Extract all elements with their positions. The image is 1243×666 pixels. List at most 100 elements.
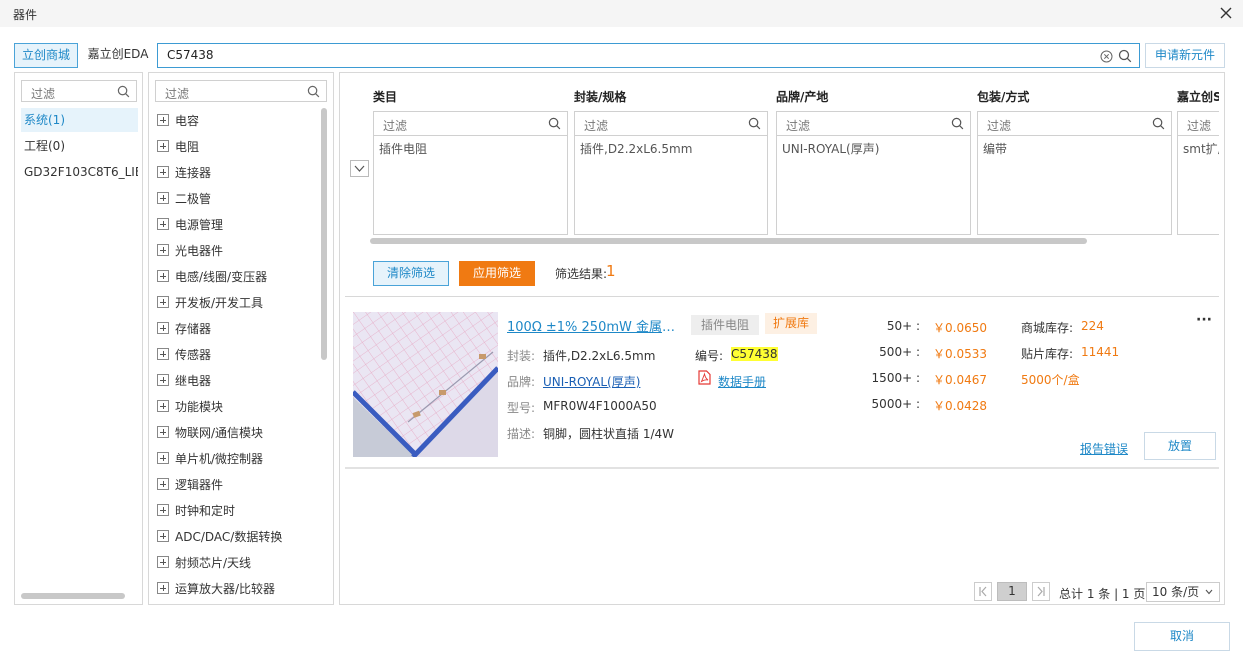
expand-plus-icon[interactable] xyxy=(157,114,169,126)
category-item-label: 电感/线圈/变压器 xyxy=(175,269,268,284)
first-page-button[interactable] xyxy=(974,582,992,601)
category-panel: 过滤 电容 电阻 连接器 二极管 电源管理 光电器件 电感/线圈/变压器 开发板… xyxy=(148,72,334,605)
category-item[interactable]: 光电器件 xyxy=(157,239,223,261)
category-item[interactable]: 二极管 xyxy=(157,187,211,209)
category-item[interactable]: ADC/DAC/数据转换 xyxy=(157,525,282,547)
category-item-label: 单片机/微控制器 xyxy=(175,451,264,466)
filter-option[interactable]: smt扩展 xyxy=(1183,140,1219,157)
model-value: MFR0W4F1000A50 xyxy=(543,399,657,413)
category-item[interactable]: 电容 xyxy=(157,109,199,131)
clear-filter-button[interactable]: 清除筛选 xyxy=(373,261,449,286)
category-item[interactable]: 开发板/开发工具 xyxy=(157,291,263,313)
current-page-button[interactable]: 1 xyxy=(997,582,1027,601)
brand-link[interactable]: UNI-ROYAL(厚声) xyxy=(543,373,640,390)
filter-columns-horizontal-scrollbar[interactable] xyxy=(370,238,1087,244)
filter-option[interactable]: 编带 xyxy=(983,140,1007,157)
expand-plus-icon[interactable] xyxy=(157,400,169,412)
category-column-filter-input[interactable]: 过滤 xyxy=(374,112,567,136)
category-item[interactable]: 射频芯片/天线 xyxy=(157,551,251,573)
category-item[interactable]: 存储器 xyxy=(157,317,211,339)
expand-plus-icon[interactable] xyxy=(157,192,169,204)
library-item-gd32[interactable]: GD32F103C8T6_LIB xyxy=(21,160,138,184)
tab-lcsc-mall[interactable]: 立创商城 xyxy=(14,43,78,68)
price-tier-value: ￥0.0533 xyxy=(933,347,987,361)
expand-plus-icon[interactable] xyxy=(157,322,169,334)
datasheet-link[interactable]: 数据手册 xyxy=(718,373,766,390)
expand-plus-icon[interactable] xyxy=(157,166,169,178)
expand-plus-icon[interactable] xyxy=(157,582,169,594)
apply-filter-button[interactable]: 应用筛选 xyxy=(459,261,535,286)
library-type-tag: 扩展库 xyxy=(765,313,817,334)
category-item-label: 光电器件 xyxy=(175,243,224,258)
tab-jlc-eda[interactable]: 嘉立创EDA xyxy=(82,43,154,68)
filter-option[interactable]: UNI-ROYAL(厚声) xyxy=(782,140,879,157)
library-horizontal-scrollbar[interactable] xyxy=(21,593,125,599)
expand-plus-icon[interactable] xyxy=(157,218,169,230)
page-size-select[interactable]: 10 条/页 xyxy=(1146,582,1220,602)
category-item-label: 射频芯片/天线 xyxy=(175,555,252,570)
product-image xyxy=(353,312,498,457)
category-item[interactable]: 传感器 xyxy=(157,343,211,365)
category-item[interactable]: 运算放大器/比较器 xyxy=(157,577,275,599)
clear-circle-icon[interactable] xyxy=(1100,50,1113,63)
category-item[interactable]: 功能模块 xyxy=(157,395,223,417)
filter-column-package: 过滤 插件,D2.2xL6.5mm xyxy=(574,111,768,235)
cancel-button[interactable]: 取消 xyxy=(1134,622,1230,651)
category-item[interactable]: 时钟和定时 xyxy=(157,499,235,521)
last-page-button[interactable] xyxy=(1032,582,1050,601)
package-label: 封装: xyxy=(507,349,536,363)
expand-plus-icon[interactable] xyxy=(157,530,169,542)
category-item[interactable]: 单片机/微控制器 xyxy=(157,447,263,469)
component-search-input[interactable]: C57438 xyxy=(157,43,1140,68)
product-category-tag: 插件电阻 xyxy=(691,315,759,335)
expand-plus-icon[interactable] xyxy=(157,374,169,386)
library-filter-input[interactable]: 过滤 xyxy=(21,80,137,102)
first-page-icon xyxy=(979,586,987,597)
filter-result-count: 1 xyxy=(606,262,616,280)
filter-option[interactable]: 插件电阻 xyxy=(379,140,427,157)
jlc-smt-column-filter-input[interactable]: 过滤 xyxy=(1178,112,1219,136)
packaging-column-filter-input[interactable]: 过滤 xyxy=(978,112,1171,136)
expand-plus-icon[interactable] xyxy=(157,244,169,256)
place-button[interactable]: 放置 xyxy=(1144,432,1216,460)
search-icon[interactable] xyxy=(1118,49,1132,63)
chevron-down-icon xyxy=(1205,589,1213,595)
library-item-project[interactable]: 工程(0) xyxy=(21,134,138,158)
category-item-label: 电源管理 xyxy=(175,217,224,232)
category-item-label: 开发板/开发工具 xyxy=(175,295,264,310)
category-item[interactable]: 电源管理 xyxy=(157,213,223,235)
category-item[interactable]: 继电器 xyxy=(157,369,211,391)
category-filter-input[interactable]: 过滤 xyxy=(155,80,327,102)
page-size-value: 10 条/页 xyxy=(1152,585,1200,599)
expand-plus-icon[interactable] xyxy=(157,270,169,282)
filter-option[interactable]: 插件,D2.2xL6.5mm xyxy=(580,140,692,157)
category-item[interactable]: 物联网/通信模块 xyxy=(157,421,263,443)
apply-new-component-button[interactable]: 申请新元件 xyxy=(1145,43,1225,68)
expand-plus-icon[interactable] xyxy=(157,452,169,464)
filter-column-brand: 过滤 UNI-ROYAL(厚声) xyxy=(776,111,971,235)
expand-plus-icon[interactable] xyxy=(157,504,169,516)
category-item[interactable]: 电感/线圈/变压器 xyxy=(157,265,267,287)
library-item-system[interactable]: 系统(1) xyxy=(21,108,138,132)
expand-plus-icon[interactable] xyxy=(157,556,169,568)
category-item[interactable]: 电阻 xyxy=(157,135,199,157)
expand-plus-icon[interactable] xyxy=(157,296,169,308)
brand-column-filter-input[interactable]: 过滤 xyxy=(777,112,970,136)
product-name-link[interactable]: 100Ω ±1% 250mW 金属膜电阻 xyxy=(507,316,687,335)
expand-plus-icon[interactable] xyxy=(157,426,169,438)
more-options-button[interactable]: ··· xyxy=(1196,312,1212,328)
expand-filters-button[interactable] xyxy=(350,160,369,177)
category-vertical-scrollbar[interactable] xyxy=(321,108,327,360)
category-item[interactable]: 连接器 xyxy=(157,161,211,183)
price-tier-qty: 500+ : xyxy=(879,345,920,359)
category-item[interactable]: 逻辑器件 xyxy=(157,473,223,495)
expand-plus-icon[interactable] xyxy=(157,140,169,152)
category-item-label: 传感器 xyxy=(175,347,212,362)
filter-column-header-brand: 品牌/产地 xyxy=(776,90,829,104)
close-icon[interactable] xyxy=(1217,4,1235,22)
package-column-filter-input[interactable]: 过滤 xyxy=(575,112,767,136)
report-error-link[interactable]: 报告错误 xyxy=(1080,440,1128,457)
expand-plus-icon[interactable] xyxy=(157,348,169,360)
chevron-down-icon xyxy=(354,165,365,172)
expand-plus-icon[interactable] xyxy=(157,478,169,490)
